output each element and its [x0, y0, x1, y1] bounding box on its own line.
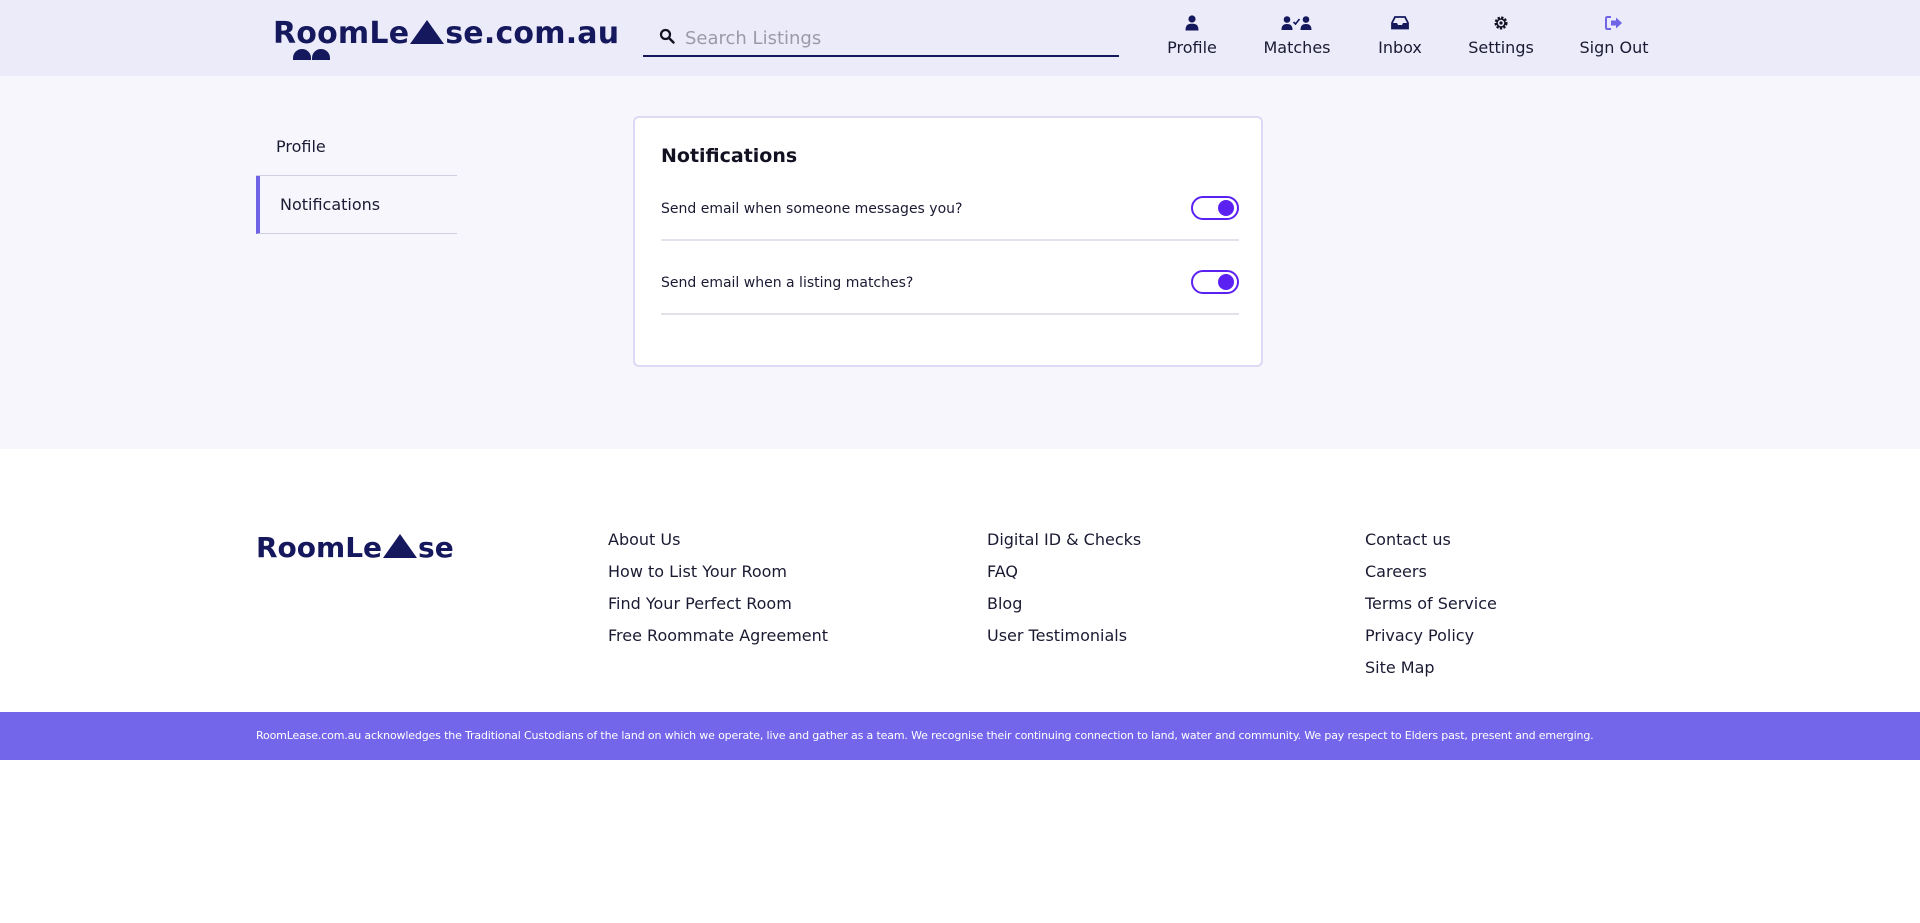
nav-matches[interactable]: Matches: [1262, 12, 1332, 62]
gear-icon: [1494, 16, 1508, 30]
setting-row-messages: Send email when someone messages you?: [661, 183, 1239, 241]
footer-link-how-to-list[interactable]: How to List Your Room: [608, 561, 828, 593]
nav-profile-label: Profile: [1167, 38, 1217, 57]
sidebar-item-label: Profile: [276, 137, 326, 156]
footer-link-privacy[interactable]: Privacy Policy: [1365, 625, 1497, 657]
sidebar-item-label: Notifications: [280, 195, 381, 214]
toggle-knob: [1218, 274, 1234, 290]
setting-label: Send email when a listing matches?: [661, 275, 914, 291]
footer-logo-text-start: RoomLe: [256, 531, 383, 564]
user-icon: [1185, 15, 1199, 31]
footer-column-company: About Us How to List Your Room Find Your…: [608, 529, 828, 657]
sidebar-item-notifications[interactable]: Notifications: [256, 176, 457, 234]
setting-label: Send email when someone messages you?: [661, 201, 963, 217]
footer-logo-text-end: se: [418, 531, 454, 564]
footer-logo[interactable]: RoomLe se: [256, 531, 454, 564]
footer-link-contact[interactable]: Contact us: [1365, 529, 1497, 561]
logo-roof-icon: [383, 534, 418, 558]
nav-settings-label: Settings: [1468, 38, 1534, 57]
search-icon: [659, 28, 675, 44]
nav-matches-label: Matches: [1263, 38, 1331, 57]
site-footer: RoomLe se About Us How to List Your Room …: [0, 449, 1920, 712]
nav-sign-out-label: Sign Out: [1579, 38, 1649, 57]
footer-link-find-room[interactable]: Find Your Perfect Room: [608, 593, 828, 625]
settings-sidebar: Profile Notifications: [256, 118, 457, 234]
logo-roof-icon: [410, 20, 445, 44]
sign-out-icon: [1605, 16, 1622, 30]
sidebar-item-profile[interactable]: Profile: [256, 118, 457, 176]
nav-settings[interactable]: Settings: [1468, 12, 1534, 62]
footer-link-testimonials[interactable]: User Testimonials: [987, 625, 1141, 657]
top-header: RoomLe se.com.au Profile: [0, 0, 1920, 76]
nav-inbox[interactable]: Inbox: [1376, 12, 1424, 62]
listing-match-email-toggle[interactable]: [1191, 270, 1239, 294]
notifications-card: Notifications Send email when someone me…: [633, 116, 1263, 367]
footer-link-terms[interactable]: Terms of Service: [1365, 593, 1497, 625]
site-logo[interactable]: RoomLe se.com.au: [273, 16, 619, 51]
footer-link-site-map[interactable]: Site Map: [1365, 657, 1497, 689]
nav-inbox-label: Inbox: [1378, 38, 1422, 57]
footer-link-roommate-agreement[interactable]: Free Roommate Agreement: [608, 625, 828, 657]
logo-text-start: RoomLe: [273, 16, 410, 51]
footer-link-faq[interactable]: FAQ: [987, 561, 1141, 593]
footer-link-blog[interactable]: Blog: [987, 593, 1141, 625]
settings-page: Profile Notifications Notifications Send…: [0, 76, 1920, 449]
notifications-title: Notifications: [661, 145, 798, 167]
messages-email-toggle[interactable]: [1191, 196, 1239, 220]
logo-text-end: se.com.au: [445, 16, 620, 51]
search-bar: [643, 20, 1119, 57]
nav-sign-out[interactable]: Sign Out: [1579, 12, 1649, 62]
inbox-icon: [1391, 16, 1409, 30]
search-input[interactable]: [685, 23, 1105, 53]
acknowledgement-banner: RoomLease.com.au acknowledges the Tradit…: [0, 712, 1920, 760]
footer-link-careers[interactable]: Careers: [1365, 561, 1497, 593]
acknowledgement-text: RoomLease.com.au acknowledges the Tradit…: [256, 729, 1594, 742]
toggle-knob: [1218, 200, 1234, 216]
footer-column-support: Contact us Careers Terms of Service Priv…: [1365, 529, 1497, 689]
setting-row-listing-matches: Send email when a listing matches?: [661, 257, 1239, 315]
footer-link-about-us[interactable]: About Us: [608, 529, 828, 561]
footer-column-resources: Digital ID & Checks FAQ Blog User Testim…: [987, 529, 1141, 657]
users-check-icon: [1281, 16, 1312, 30]
footer-link-digital-id[interactable]: Digital ID & Checks: [987, 529, 1141, 561]
nav-profile[interactable]: Profile: [1166, 12, 1218, 62]
logo-people-icon: [293, 47, 331, 61]
